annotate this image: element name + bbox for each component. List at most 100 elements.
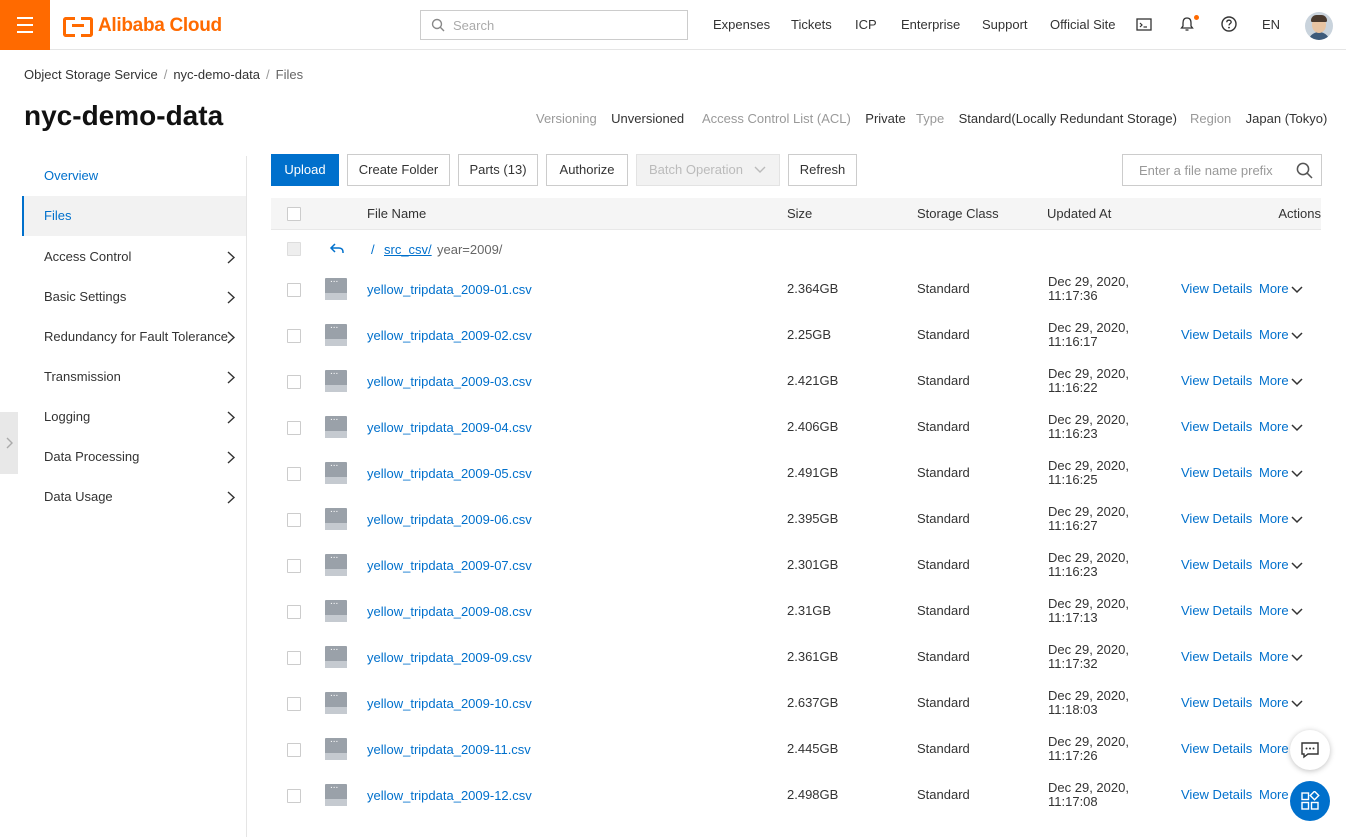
table-row: yellow_tripdata_2009-05.csv 2.491GB Standa… xyxy=(271,451,1321,497)
cloud-shell-icon[interactable] xyxy=(1135,15,1155,35)
more-dropdown[interactable]: More xyxy=(1259,281,1303,296)
batch-operation-button[interactable]: Batch Operation xyxy=(636,154,780,186)
select-all-checkbox[interactable] xyxy=(287,207,301,221)
sidebar-item-overview[interactable]: Overview xyxy=(22,156,246,196)
row-checkbox[interactable] xyxy=(287,605,301,619)
file-size: 2.395GB xyxy=(787,511,839,526)
sidebar-item-data-processing[interactable]: Data Processing xyxy=(22,437,246,477)
authorize-button[interactable]: Authorize xyxy=(546,154,628,186)
sidebar-item-data-usage[interactable]: Data Usage xyxy=(22,477,246,517)
view-details-link[interactable]: View Details xyxy=(1181,281,1252,296)
updated-at: Dec 29, 2020, 11:16:23 xyxy=(1048,550,1129,579)
row-checkbox[interactable] xyxy=(287,329,301,343)
row-checkbox[interactable] xyxy=(287,513,301,527)
back-arrow-icon[interactable] xyxy=(329,242,345,256)
more-dropdown[interactable]: More xyxy=(1259,373,1303,388)
chevron-down-icon xyxy=(1291,424,1303,431)
breadcrumb-bucket[interactable]: nyc-demo-data xyxy=(173,67,260,82)
file-prefix-search[interactable] xyxy=(1122,154,1322,186)
view-details-link[interactable]: View Details xyxy=(1181,511,1252,526)
hamburger-menu-button[interactable] xyxy=(0,0,50,50)
language-switch[interactable]: EN xyxy=(1262,0,1280,50)
file-prefix-input[interactable] xyxy=(1139,155,1289,185)
more-dropdown[interactable]: More xyxy=(1259,511,1303,526)
nav-icp[interactable]: ICP xyxy=(855,0,877,50)
more-dropdown[interactable]: More xyxy=(1259,649,1303,664)
row-checkbox[interactable] xyxy=(287,421,301,435)
chevron-down-icon xyxy=(1291,470,1303,477)
sidebar-item-basic-settings[interactable]: Basic Settings xyxy=(22,277,246,317)
file-name-link[interactable]: yellow_tripdata_2009-05.csv xyxy=(367,466,532,481)
row-checkbox[interactable] xyxy=(287,375,301,389)
nav-enterprise[interactable]: Enterprise xyxy=(901,0,960,50)
file-name-link[interactable]: yellow_tripdata_2009-11.csv xyxy=(367,742,531,757)
view-details-link[interactable]: View Details xyxy=(1181,419,1252,434)
sidebar-item-access-control[interactable]: Access Control xyxy=(22,237,246,277)
nav-expenses[interactable]: Expenses xyxy=(713,0,770,50)
folder-path-row: / src_csv/ year=2009/ xyxy=(271,231,1321,267)
path-root-link[interactable]: / xyxy=(371,242,375,257)
view-details-link[interactable]: View Details xyxy=(1181,557,1252,572)
create-folder-button[interactable]: Create Folder xyxy=(347,154,450,186)
sidebar-item-files[interactable]: Files xyxy=(22,196,246,236)
user-avatar[interactable] xyxy=(1305,12,1333,40)
file-name-link[interactable]: yellow_tripdata_2009-02.csv xyxy=(367,328,532,343)
file-name-link[interactable]: yellow_tripdata_2009-09.csv xyxy=(367,650,532,665)
sidebar-item-logging[interactable]: Logging xyxy=(22,397,246,437)
more-dropdown[interactable]: More xyxy=(1259,557,1303,572)
alibaba-cloud-logo[interactable]: Alibaba Cloud xyxy=(63,14,222,38)
chevron-right-icon xyxy=(6,437,13,449)
file-name-link[interactable]: yellow_tripdata_2009-03.csv xyxy=(367,374,532,389)
row-checkbox[interactable] xyxy=(287,743,301,757)
more-dropdown[interactable]: More xyxy=(1259,419,1303,434)
file-name-link[interactable]: yellow_tripdata_2009-08.csv xyxy=(367,604,532,619)
breadcrumb: Object Storage Service / nyc-demo-data / Fil… xyxy=(24,67,304,82)
search-input[interactable] xyxy=(453,11,681,39)
more-dropdown[interactable]: More xyxy=(1259,603,1303,618)
refresh-button[interactable]: Refresh xyxy=(788,154,857,186)
global-search[interactable] xyxy=(420,10,688,40)
updated-at: Dec 29, 2020, 11:18:03 xyxy=(1048,688,1129,717)
nav-official-site[interactable]: Official Site xyxy=(1050,0,1116,50)
more-dropdown[interactable]: More xyxy=(1259,695,1303,710)
file-name-link[interactable]: yellow_tripdata_2009-01.csv xyxy=(367,282,532,297)
sidebar-item-redundancy[interactable]: Redundancy for Fault Tolerance xyxy=(22,317,246,357)
row-checkbox[interactable] xyxy=(287,467,301,481)
parts-button[interactable]: Parts (13) xyxy=(458,154,538,186)
file-name-link[interactable]: yellow_tripdata_2009-12.csv xyxy=(367,788,532,803)
row-checkbox[interactable] xyxy=(287,559,301,573)
file-name-link[interactable]: yellow_tripdata_2009-06.csv xyxy=(367,512,532,527)
more-dropdown[interactable]: More xyxy=(1259,327,1303,342)
view-details-link[interactable]: View Details xyxy=(1181,649,1252,664)
breadcrumb-oss[interactable]: Object Storage Service xyxy=(24,67,158,82)
sidebar-item-transmission[interactable]: Transmission xyxy=(22,357,246,397)
upload-button[interactable]: Upload xyxy=(271,154,339,186)
view-details-link[interactable]: View Details xyxy=(1181,787,1252,802)
meta-type: Type Standard(Locally Redundant Storage) xyxy=(916,111,1177,126)
help-icon[interactable] xyxy=(1220,15,1240,35)
view-details-link[interactable]: View Details xyxy=(1181,695,1252,710)
view-details-link[interactable]: View Details xyxy=(1181,741,1252,756)
nav-support[interactable]: Support xyxy=(982,0,1028,50)
file-name-link[interactable]: yellow_tripdata_2009-07.csv xyxy=(367,558,532,573)
search-icon[interactable] xyxy=(1296,162,1313,179)
view-details-link[interactable]: View Details xyxy=(1181,465,1252,480)
file-name-link[interactable]: yellow_tripdata_2009-10.csv xyxy=(367,696,532,711)
view-details-link[interactable]: View Details xyxy=(1181,373,1252,388)
row-checkbox[interactable] xyxy=(287,697,301,711)
row-checkbox[interactable] xyxy=(287,283,301,297)
row-checkbox[interactable] xyxy=(287,789,301,803)
sidebar-collapse-tab[interactable] xyxy=(0,412,18,474)
alibaba-cloud-logo-icon xyxy=(63,17,93,37)
nav-tickets[interactable]: Tickets xyxy=(791,0,832,50)
path-folder-link[interactable]: src_csv/ xyxy=(384,242,432,257)
file-name-link[interactable]: yellow_tripdata_2009-04.csv xyxy=(367,420,532,435)
chat-button[interactable] xyxy=(1290,730,1330,770)
view-details-link[interactable]: View Details xyxy=(1181,603,1252,618)
more-dropdown[interactable]: More xyxy=(1259,465,1303,480)
row-checkbox[interactable] xyxy=(287,651,301,665)
file-icon xyxy=(325,780,347,806)
apps-button[interactable] xyxy=(1290,781,1330,821)
bell-icon[interactable] xyxy=(1178,15,1199,35)
view-details-link[interactable]: View Details xyxy=(1181,327,1252,342)
